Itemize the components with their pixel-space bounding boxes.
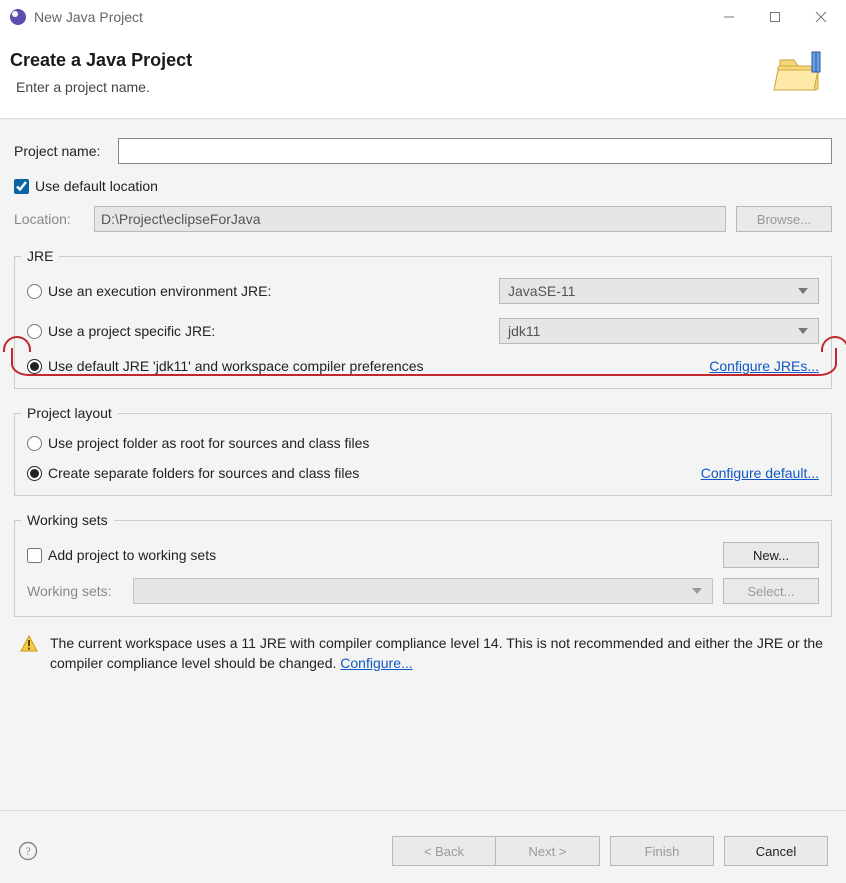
location-input [94,206,726,232]
finish-button[interactable]: Finish [610,836,714,866]
layout-separate-radio[interactable] [27,466,42,481]
working-sets-picker-label: Working sets: [27,583,123,599]
project-name-label: Project name: [14,143,110,159]
jre-legend: JRE [21,248,59,264]
jre-project-specific-combo[interactable]: jdk11 [499,318,819,344]
new-working-set-button[interactable]: New... [723,542,819,568]
working-sets-group: Working sets Add project to working sets… [14,512,832,617]
svg-text:?: ? [25,844,30,858]
jre-exec-env-value: JavaSE-11 [508,283,575,299]
browse-button[interactable]: Browse... [736,206,832,232]
maximize-button[interactable] [752,2,798,32]
cancel-button[interactable]: Cancel [724,836,828,866]
working-sets-legend: Working sets [21,512,114,528]
page-subtitle: Enter a project name. [16,79,772,95]
jre-default-label: Use default JRE 'jdk11' and workspace co… [48,358,424,374]
warning-icon [20,635,38,653]
jre-exec-env-label: Use an execution environment JRE: [48,283,271,299]
wizard-header: Create a Java Project Enter a project na… [0,34,846,119]
jre-project-specific-radio[interactable] [27,324,42,339]
project-layout-legend: Project layout [21,405,118,421]
jre-exec-env-combo[interactable]: JavaSE-11 [499,278,819,304]
close-button[interactable] [798,2,844,32]
jre-project-specific-value: jdk11 [508,323,540,339]
warning-text: The current workspace uses a 11 JRE with… [50,635,823,671]
page-title: Create a Java Project [10,50,772,71]
configure-jres-link[interactable]: Configure JREs... [709,358,819,374]
wizard-footer: ? < Back Next > Finish Cancel [0,819,846,883]
compliance-warning: The current workspace uses a 11 JRE with… [14,621,832,685]
titlebar: New Java Project [0,0,846,34]
project-name-input[interactable] [118,138,832,164]
window-title: New Java Project [34,9,143,25]
wizard-content: Project name: Use default location Locat… [0,119,846,883]
select-working-set-button[interactable]: Select... [723,578,819,604]
working-sets-combo [133,578,713,604]
jre-group: JRE Use an execution environment JRE: Ja… [14,248,832,389]
layout-root-label: Use project folder as root for sources a… [48,435,369,451]
use-default-location-checkbox[interactable] [14,179,29,194]
warning-configure-link[interactable]: Configure... [340,655,412,671]
help-icon[interactable]: ? [18,841,38,861]
eclipse-icon [10,9,26,25]
location-label: Location: [14,211,84,227]
add-to-working-sets-label: Add project to working sets [48,547,216,563]
jre-project-specific-label: Use a project specific JRE: [48,323,215,339]
configure-default-link[interactable]: Configure default... [701,465,819,481]
minimize-button[interactable] [706,2,752,32]
layout-root-radio[interactable] [27,436,42,451]
add-to-working-sets-checkbox[interactable] [27,548,42,563]
jre-default-radio[interactable] [27,359,42,374]
use-default-location-label: Use default location [35,178,158,194]
wizard-icon [772,46,828,102]
layout-separate-label: Create separate folders for sources and … [48,465,359,481]
jre-exec-env-radio[interactable] [27,284,42,299]
project-layout-group: Project layout Use project folder as roo… [14,405,832,496]
back-button[interactable]: < Back [392,836,496,866]
next-button[interactable]: Next > [496,836,600,866]
